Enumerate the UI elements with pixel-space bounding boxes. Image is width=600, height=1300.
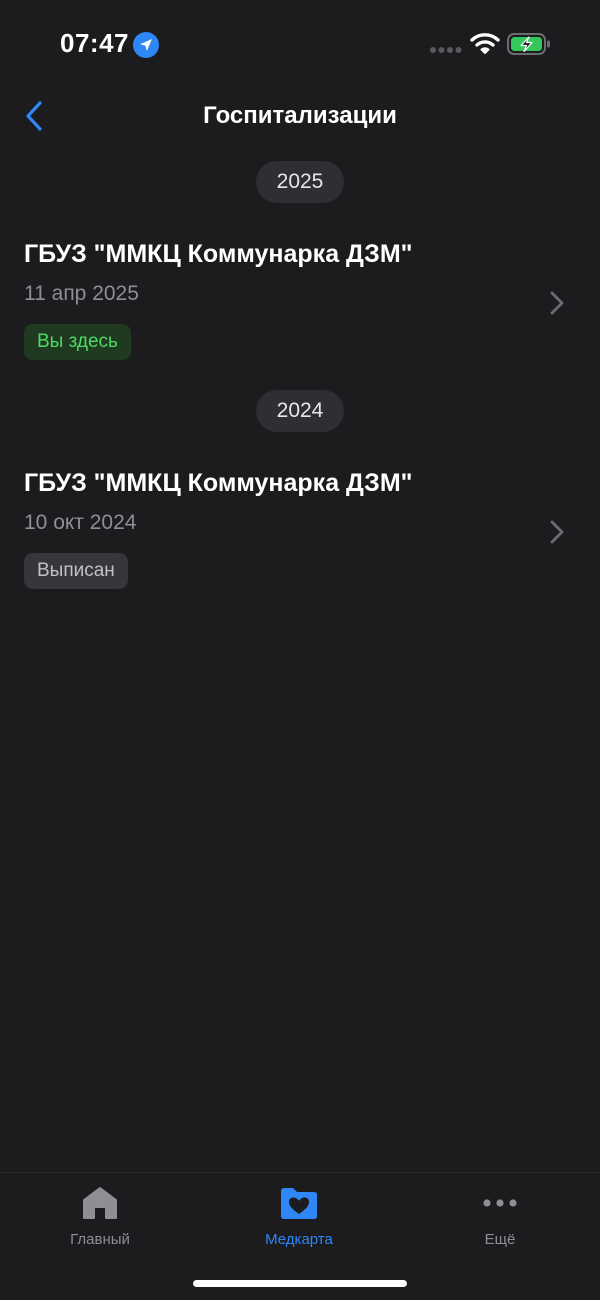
- tab-more-label: Ещё: [484, 1231, 516, 1248]
- year-header-2025: 2025: [256, 161, 344, 203]
- battery-charging-icon: [507, 33, 550, 55]
- hospitalization-item[interactable]: ГБУЗ "ММКЦ Коммунарка ДЗМ" 11 апр 2025 В…: [0, 240, 600, 390]
- cellular-signal-icon: [430, 47, 462, 53]
- hospitalization-date: 11 апр 2025: [24, 282, 139, 305]
- wifi-icon: [470, 33, 500, 54]
- status-bar: 07:47: [0, 0, 600, 88]
- page-title: Госпитализации: [203, 102, 397, 129]
- chevron-right-icon: [550, 291, 564, 315]
- home-icon: [83, 1187, 117, 1219]
- tab-more[interactable]: Ещё: [430, 1185, 570, 1255]
- home-indicator: [193, 1280, 407, 1287]
- hospitalizations-screen: 07:47 Госпитализации 2025 ГБУЗ "ММКЦ Ком…: [0, 0, 600, 1300]
- chevron-right-icon: [550, 520, 564, 544]
- more-dots-icon: [483, 1199, 517, 1207]
- tab-home-label: Главный: [70, 1231, 130, 1248]
- location-arrow-icon: [133, 32, 159, 58]
- tab-home[interactable]: Главный: [30, 1185, 170, 1255]
- tab-medcard[interactable]: Медкарта: [229, 1185, 369, 1255]
- hospital-name: ГБУЗ "ММКЦ Коммунарка ДЗМ": [24, 240, 413, 268]
- tab-medcard-label: Медкарта: [265, 1231, 333, 1248]
- status-time: 07:47: [60, 28, 129, 58]
- navigation-bar: Госпитализации: [0, 88, 600, 144]
- hospitalization-item[interactable]: ГБУЗ "ММКЦ Коммунарка ДЗМ" 10 окт 2024 В…: [0, 469, 600, 619]
- hospitalization-date: 10 окт 2024: [24, 511, 137, 534]
- status-badge: Вы здесь: [24, 324, 131, 360]
- hospital-name: ГБУЗ "ММКЦ Коммунарка ДЗМ": [24, 469, 413, 497]
- year-header-2024: 2024: [256, 390, 344, 432]
- status-badge: Выписан: [24, 553, 128, 589]
- medcard-folder-heart-icon: [281, 1188, 317, 1219]
